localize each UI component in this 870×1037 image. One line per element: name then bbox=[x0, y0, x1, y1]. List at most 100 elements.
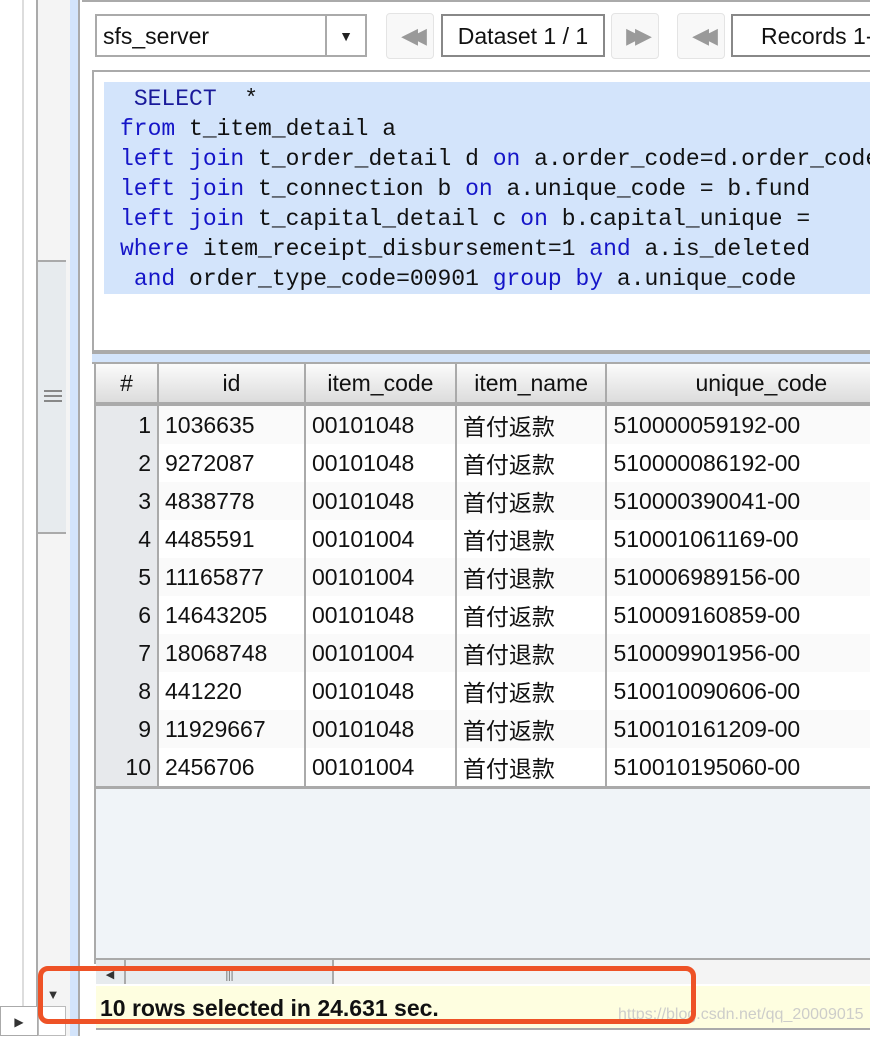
cell-item-name[interactable]: 首付退款 bbox=[455, 634, 608, 672]
sql-line: where item_receipt_disbursement=1 and a.… bbox=[120, 234, 870, 264]
table-row[interactable]: 2 9272087 00101048 首付返款 510000086192-00 bbox=[96, 444, 870, 482]
cell-id[interactable]: 9272087 bbox=[158, 444, 306, 482]
table-row[interactable]: 5 11165877 00101004 首付退款 510006989156-00 bbox=[96, 558, 870, 596]
row-number[interactable]: 1 bbox=[96, 404, 159, 444]
cell-item-code[interactable]: 00101004 bbox=[304, 748, 457, 789]
cell-item-name[interactable]: 首付返款 bbox=[455, 710, 608, 748]
column-header-id[interactable]: id bbox=[158, 364, 306, 406]
sql-token: order_type_code=00901 bbox=[175, 266, 493, 292]
column-header-item-code[interactable]: item_code bbox=[304, 364, 457, 406]
cell-id[interactable]: 4838778 bbox=[158, 482, 306, 520]
cell-item-code[interactable]: 00101048 bbox=[304, 444, 457, 482]
table-row[interactable]: 6 14643205 00101048 首付返款 510009160859-00 bbox=[96, 596, 870, 634]
cell-item-code[interactable]: 00101048 bbox=[304, 672, 457, 710]
cell-unique-code[interactable]: 510001061169-00 bbox=[606, 520, 870, 558]
sql-editor[interactable]: SELECT * from t_item_detail a left join t_… bbox=[92, 70, 870, 352]
cell-unique-code[interactable]: 510010161209-00 bbox=[606, 710, 870, 748]
sql-keyword: from bbox=[120, 116, 176, 142]
cell-item-code[interactable]: 00101048 bbox=[304, 596, 457, 634]
sql-keyword: and bbox=[589, 236, 631, 262]
sql-token: t_connection b bbox=[244, 176, 466, 202]
row-number[interactable]: 5 bbox=[96, 558, 159, 596]
result-grid: # id item_code item_name unique_code 1 10… bbox=[94, 364, 870, 964]
cell-id[interactable]: 14643205 bbox=[158, 596, 306, 634]
column-header-item-name[interactable]: item_name bbox=[455, 364, 608, 406]
sql-text[interactable]: SELECT * from t_item_detail a left join t_… bbox=[104, 82, 870, 294]
sql-token: t_order_detail d bbox=[244, 146, 493, 172]
cell-unique-code[interactable]: 510000086192-00 bbox=[606, 444, 870, 482]
cell-id[interactable]: 18068748 bbox=[158, 634, 306, 672]
row-number[interactable]: 10 bbox=[96, 748, 159, 789]
cell-item-code[interactable]: 00101004 bbox=[304, 520, 457, 558]
cell-unique-code[interactable]: 510009901956-00 bbox=[606, 634, 870, 672]
sql-keyword: and bbox=[133, 266, 176, 292]
cell-unique-code[interactable]: 510010090606-00 bbox=[606, 672, 870, 710]
cell-item-code[interactable]: 00101048 bbox=[304, 404, 457, 444]
editor-grid-splitter[interactable] bbox=[92, 352, 870, 364]
cell-unique-code[interactable]: 510000390041-00 bbox=[606, 482, 870, 520]
sql-line: left join t_connection b on a.unique_cod… bbox=[120, 174, 870, 204]
cell-unique-code[interactable]: 510009160859-00 bbox=[606, 596, 870, 634]
cell-item-name[interactable]: 首付返款 bbox=[455, 482, 608, 520]
cell-unique-code[interactable]: 510000059192-00 bbox=[606, 404, 870, 444]
cell-id[interactable]: 11929667 bbox=[158, 710, 306, 748]
sql-token: item_receipt_disbursement=1 bbox=[189, 236, 590, 262]
row-number[interactable]: 8 bbox=[96, 672, 159, 710]
dataset-first-button[interactable]: ◀◀ bbox=[386, 13, 434, 59]
table-row[interactable]: 4 4485591 00101004 首付退款 510001061169-00 bbox=[96, 520, 870, 558]
row-number[interactable]: 7 bbox=[96, 634, 159, 672]
cell-id[interactable]: 441220 bbox=[158, 672, 306, 710]
cell-id[interactable]: 2456706 bbox=[158, 748, 306, 789]
sql-keyword: group by bbox=[492, 266, 604, 292]
expand-arrow-icon[interactable]: ▶ bbox=[0, 1006, 38, 1036]
cell-unique-code[interactable]: 510010195060-00 bbox=[606, 748, 870, 789]
sql-line: left join t_capital_detail c on b.capita… bbox=[120, 204, 870, 234]
cell-item-code[interactable]: 00101048 bbox=[304, 482, 457, 520]
sql-token: a.unique_code bbox=[603, 266, 797, 292]
table-row[interactable]: 1 1036635 00101048 首付返款 510000059192-00 bbox=[96, 404, 870, 444]
sql-token: a.is_deleted bbox=[630, 236, 811, 262]
cell-item-name[interactable]: 首付返款 bbox=[455, 596, 608, 634]
cell-item-code[interactable]: 00101004 bbox=[304, 558, 457, 596]
cell-item-name[interactable]: 首付返款 bbox=[455, 404, 608, 444]
sql-keyword: left join bbox=[120, 146, 245, 172]
dataset-last-button[interactable]: ▶▶ bbox=[611, 13, 659, 59]
sql-keyword: left join bbox=[120, 206, 245, 232]
grip-icon bbox=[44, 390, 62, 402]
table-row[interactable]: 3 4838778 00101048 首付返款 510000390041-00 bbox=[96, 482, 870, 520]
column-header-unique-code[interactable]: unique_code bbox=[606, 364, 870, 406]
table-row[interactable]: 10 2456706 00101004 首付退款 510010195060-00 bbox=[96, 748, 870, 789]
sql-token: b.capital_unique = bbox=[547, 206, 811, 232]
sql-keyword: on bbox=[465, 176, 493, 202]
cell-item-name[interactable]: 首付退款 bbox=[455, 558, 608, 596]
cell-item-name[interactable]: 首付退款 bbox=[455, 520, 608, 558]
records-first-button[interactable]: ◀◀ bbox=[677, 13, 725, 59]
left-splitter[interactable] bbox=[70, 0, 80, 1036]
cell-id[interactable]: 11165877 bbox=[158, 558, 306, 596]
annotation-highlight-box bbox=[38, 966, 696, 1024]
connection-select[interactable]: sfs_server ▼ bbox=[95, 14, 367, 57]
cell-id[interactable]: 4485591 bbox=[158, 520, 306, 558]
cell-id[interactable]: 1036635 bbox=[158, 404, 306, 444]
chevron-down-icon[interactable]: ▼ bbox=[325, 16, 365, 55]
row-number[interactable]: 2 bbox=[96, 444, 159, 482]
cell-item-name[interactable]: 首付退款 bbox=[455, 748, 608, 789]
fast-forward-icon: ▶▶ bbox=[626, 23, 652, 48]
cell-item-code[interactable]: 00101004 bbox=[304, 634, 457, 672]
left-edge-divider bbox=[22, 0, 24, 1036]
result-table: # id item_code item_name unique_code 1 10… bbox=[96, 364, 870, 789]
row-number[interactable]: 9 bbox=[96, 710, 159, 748]
table-row[interactable]: 7 18068748 00101004 首付退款 510009901956-00 bbox=[96, 634, 870, 672]
cell-unique-code[interactable]: 510006989156-00 bbox=[606, 558, 870, 596]
row-number[interactable]: 4 bbox=[96, 520, 159, 558]
row-number[interactable]: 3 bbox=[96, 482, 159, 520]
header-row: # id item_code item_name unique_code bbox=[96, 364, 870, 406]
row-number[interactable]: 6 bbox=[96, 596, 159, 634]
table-row[interactable]: 9 11929667 00101048 首付返款 510010161209-00 bbox=[96, 710, 870, 748]
cell-item-code[interactable]: 00101048 bbox=[304, 710, 457, 748]
cell-item-name[interactable]: 首付返款 bbox=[455, 672, 608, 710]
column-header-rownum[interactable]: # bbox=[96, 364, 159, 406]
cell-item-name[interactable]: 首付返款 bbox=[455, 444, 608, 482]
table-row[interactable]: 8 441220 00101048 首付返款 510010090606-00 bbox=[96, 672, 870, 710]
